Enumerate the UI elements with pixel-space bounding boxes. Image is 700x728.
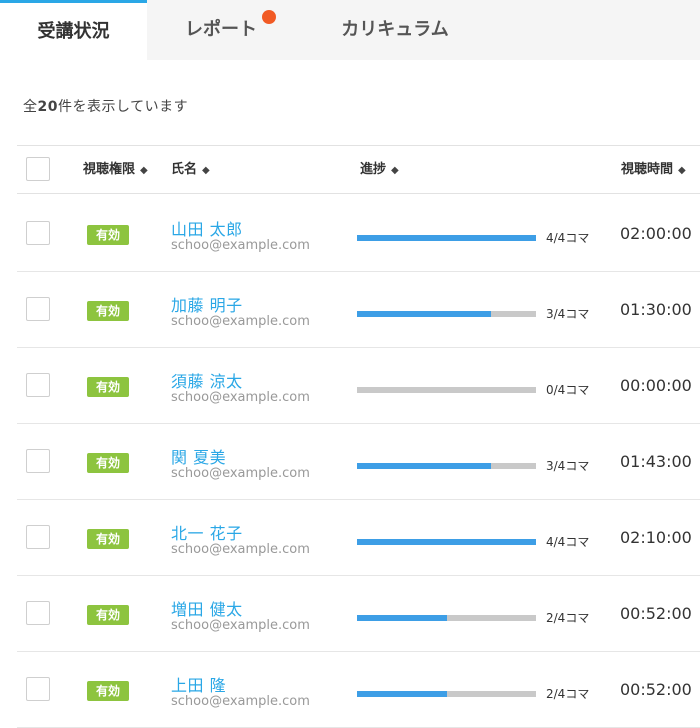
tab-attendance[interactable]: 受講状況	[0, 0, 147, 60]
result-count-prefix: 全	[23, 99, 38, 115]
user-name-link[interactable]: 上田 隆	[171, 672, 226, 696]
watch-time: 02:00:00	[620, 224, 692, 243]
watch-time: 00:00:00	[620, 376, 692, 395]
progress-text: 2/4コマ	[546, 687, 590, 701]
user-name-link[interactable]: 須藤 涼太	[171, 368, 243, 392]
result-count-suffix: 件を表示しています	[57, 99, 189, 115]
watch-time: 00:52:00	[620, 680, 692, 699]
result-count: 全20件を表示しています	[23, 96, 188, 116]
user-name-link[interactable]: 北一 花子	[171, 520, 243, 544]
user-email: schoo@example.com	[171, 466, 310, 481]
progress-bar-fill	[357, 615, 447, 621]
table-row: 有効 加藤 明子 schoo@example.com 3/4コマ 01:30:00	[17, 272, 700, 348]
user-email: schoo@example.com	[171, 542, 310, 557]
progress-text: 2/4コマ	[546, 611, 590, 625]
sort-icon: ◆	[391, 165, 399, 176]
progress-bar	[357, 539, 536, 545]
progress-bar-fill	[357, 311, 491, 317]
progress-bar	[357, 311, 536, 317]
column-header-progress[interactable]: 進捗 ◆	[360, 146, 399, 193]
status-badge: 有効	[87, 301, 129, 321]
progress-bar	[357, 615, 536, 621]
watch-time: 02:10:00	[620, 528, 692, 547]
table-row: 有効 上田 隆 schoo@example.com 2/4コマ 00:52:00	[17, 652, 700, 728]
progress-bar-fill	[357, 691, 447, 697]
progress-text: 0/4コマ	[546, 383, 590, 397]
user-email: schoo@example.com	[171, 314, 310, 329]
progress-bar-fill	[357, 463, 491, 469]
progress-text: 3/4コマ	[546, 459, 590, 473]
user-email: schoo@example.com	[171, 694, 310, 709]
tab-bar: 受講状況 レポート カリキュラム	[0, 0, 700, 60]
row-checkbox[interactable]	[26, 525, 50, 549]
progress-bar-fill	[357, 539, 536, 545]
sort-icon: ◆	[678, 165, 686, 176]
row-checkbox[interactable]	[26, 297, 50, 321]
progress-bar	[357, 463, 536, 469]
user-name-link[interactable]: 加藤 明子	[171, 292, 243, 316]
status-badge: 有効	[87, 529, 129, 549]
table-row: 有効 北一 花子 schoo@example.com 4/4コマ 02:10:00	[17, 500, 700, 576]
tab-report[interactable]: レポート	[147, 0, 295, 60]
progress-bar	[357, 387, 536, 393]
status-badge: 有効	[87, 377, 129, 397]
progress-text: 4/4コマ	[546, 535, 590, 549]
result-count-number: 20	[37, 99, 58, 115]
column-header-time[interactable]: 視聴時間 ◆	[621, 146, 686, 193]
column-header-name-label: 氏名	[171, 162, 198, 177]
status-badge: 有効	[87, 681, 129, 701]
table-row: 有効 山田 太郎 schoo@example.com 4/4コマ 02:00:00	[17, 196, 700, 272]
row-checkbox[interactable]	[26, 221, 50, 245]
progress-text: 3/4コマ	[546, 307, 590, 321]
status-badge: 有効	[87, 453, 129, 473]
user-name-link[interactable]: 関 夏美	[171, 444, 226, 468]
tab-report-label: レポート	[185, 19, 257, 40]
column-header-time-label: 視聴時間	[621, 162, 674, 177]
sort-icon: ◆	[140, 165, 148, 176]
column-header-access-label: 視聴権限	[83, 162, 136, 177]
progress-bar	[357, 235, 536, 241]
sort-icon: ◆	[202, 165, 210, 176]
progress-text: 4/4コマ	[546, 231, 590, 245]
row-checkbox[interactable]	[26, 373, 50, 397]
progress-bar	[357, 691, 536, 697]
table-row: 有効 増田 健太 schoo@example.com 2/4コマ 00:52:00	[17, 576, 700, 652]
column-header-name[interactable]: 氏名 ◆	[171, 146, 210, 193]
user-email: schoo@example.com	[171, 618, 310, 633]
user-name-link[interactable]: 増田 健太	[171, 596, 243, 620]
user-email: schoo@example.com	[171, 390, 310, 405]
watch-time: 00:52:00	[620, 604, 692, 623]
tab-curriculum[interactable]: カリキュラム	[295, 0, 495, 60]
row-checkbox[interactable]	[26, 677, 50, 701]
watch-time: 01:43:00	[620, 452, 692, 471]
user-name-link[interactable]: 山田 太郎	[171, 216, 243, 240]
user-email: schoo@example.com	[171, 238, 310, 253]
progress-bar-fill	[357, 235, 536, 241]
row-checkbox[interactable]	[26, 449, 50, 473]
select-all-checkbox[interactable]	[26, 157, 50, 181]
table-row: 有効 関 夏美 schoo@example.com 3/4コマ 01:43:00	[17, 424, 700, 500]
table-header: 視聴権限 ◆ 氏名 ◆ 進捗 ◆ 視聴時間 ◆	[17, 145, 700, 194]
watch-time: 01:30:00	[620, 300, 692, 319]
column-header-access[interactable]: 視聴権限 ◆	[83, 146, 148, 193]
notification-dot	[262, 10, 276, 24]
status-badge: 有効	[87, 605, 129, 625]
status-badge: 有効	[87, 225, 129, 245]
row-checkbox[interactable]	[26, 601, 50, 625]
column-header-progress-label: 進捗	[360, 162, 387, 177]
table-row: 有効 須藤 涼太 schoo@example.com 0/4コマ 00:00:00	[17, 348, 700, 424]
